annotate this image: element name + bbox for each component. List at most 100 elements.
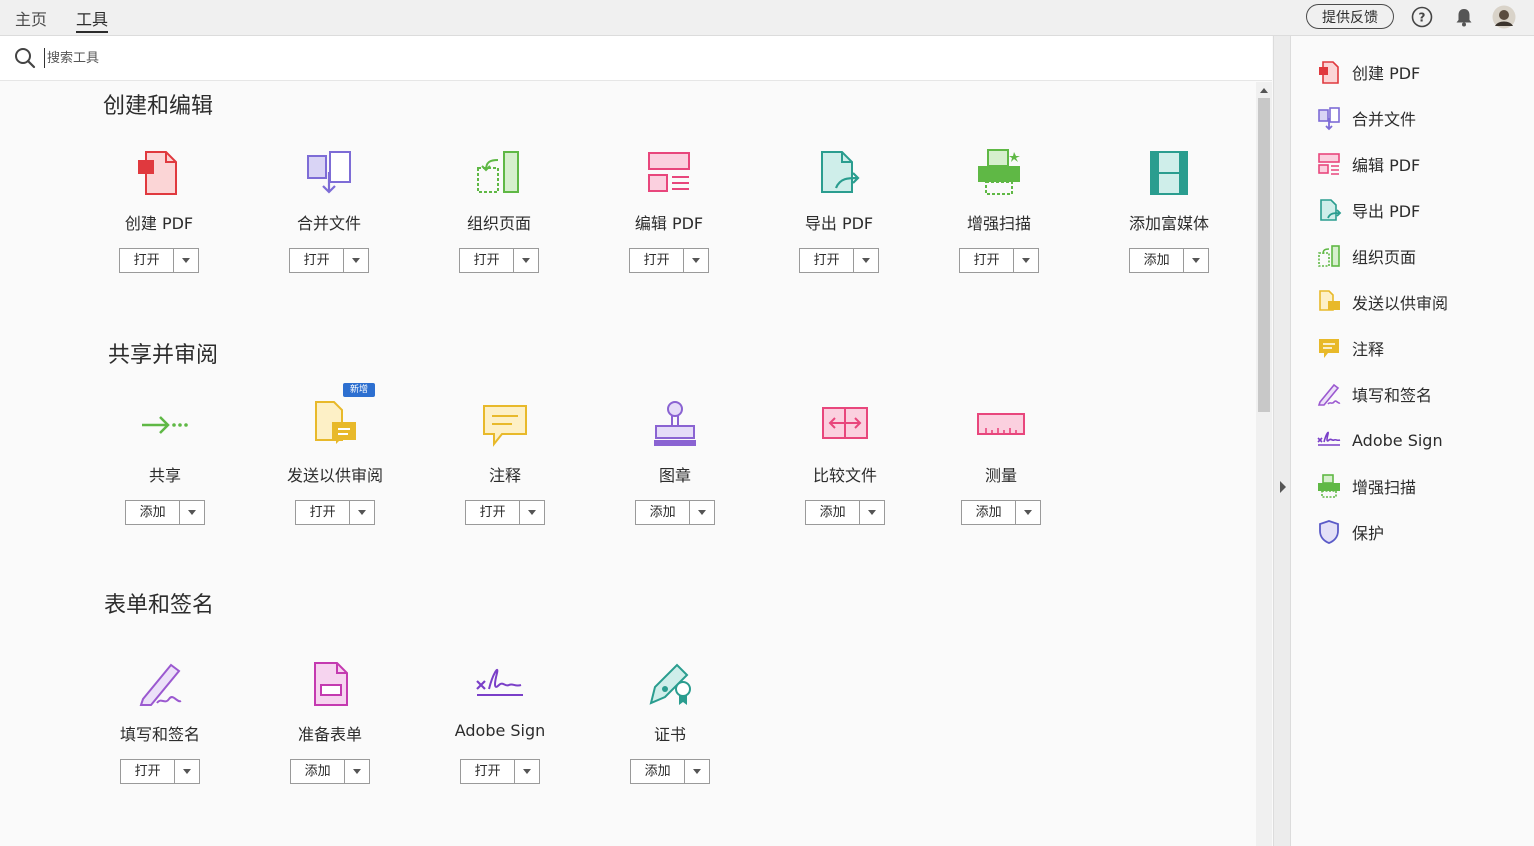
chevron-down-icon[interactable] (514, 249, 538, 272)
tool-edit-pdf: 编辑 PDF 打开 (584, 148, 754, 278)
chevron-down-icon[interactable] (1184, 249, 1208, 272)
rp-item-send-review[interactable]: 发送以供审阅 (1316, 288, 1526, 316)
rp-item-comment[interactable]: 注释 (1316, 334, 1526, 362)
organize-pages-icon[interactable] (474, 148, 524, 198)
scrollbar[interactable] (1256, 82, 1272, 846)
add-button[interactable]: 添加 (805, 500, 885, 525)
rp-item-create-pdf[interactable]: 创建 PDF (1316, 58, 1526, 86)
chevron-down-icon[interactable] (515, 760, 539, 783)
compare-icon[interactable] (820, 400, 870, 450)
feedback-button[interactable]: 提供反馈 (1306, 4, 1394, 29)
scroll-up-arrow-icon[interactable] (1256, 82, 1272, 98)
chevron-down-icon[interactable] (854, 249, 878, 272)
open-button[interactable]: 打开 (120, 759, 200, 784)
send-review-icon[interactable] (310, 400, 360, 450)
rp-item-enhance-scan[interactable]: 增强扫描 (1316, 472, 1526, 500)
chevron-right-icon[interactable] (1279, 481, 1287, 493)
button-label: 添加 (1130, 249, 1185, 272)
prepare-form-icon[interactable] (305, 659, 355, 709)
open-button[interactable]: 打开 (295, 500, 375, 525)
help-icon[interactable]: ? (1411, 6, 1433, 28)
chevron-down-icon[interactable] (174, 249, 198, 272)
add-button[interactable]: 添加 (290, 759, 370, 784)
rp-label: 保护 (1352, 524, 1385, 543)
button-label: 添加 (631, 760, 686, 783)
share-icon[interactable] (140, 400, 190, 450)
chevron-down-icon[interactable] (860, 501, 884, 524)
chevron-down-icon[interactable] (1016, 501, 1040, 524)
tool-name: 准备表单 (297, 725, 362, 744)
tool-name: 共享 (148, 466, 181, 485)
search-bar (0, 36, 1272, 81)
open-button[interactable]: 打开 (465, 500, 545, 525)
open-button[interactable]: 打开 (460, 759, 540, 784)
add-button[interactable]: 添加 (1129, 248, 1209, 273)
chevron-down-icon[interactable] (684, 249, 708, 272)
panel-collapse-strip[interactable] (1273, 36, 1291, 846)
section-title-share-review: 共享并审阅 (108, 343, 219, 368)
tool-combine-files: 合并文件 打开 (244, 148, 414, 278)
edit-pdf-icon[interactable] (644, 148, 694, 198)
chevron-down-icon[interactable] (345, 760, 369, 783)
button-label: 添加 (806, 501, 861, 524)
rp-label: 发送以供审阅 (1352, 294, 1449, 313)
film-icon[interactable] (1144, 148, 1194, 198)
bell-icon[interactable] (1453, 6, 1475, 28)
stamp-icon[interactable] (650, 400, 700, 450)
rp-item-combine-files[interactable]: 合并文件 (1316, 104, 1526, 132)
chevron-down-icon[interactable] (175, 760, 199, 783)
add-button[interactable]: 添加 (961, 500, 1041, 525)
combine-files-icon[interactable] (304, 148, 354, 198)
tab-home[interactable]: 主页 (15, 6, 47, 30)
open-button[interactable]: 打开 (799, 248, 879, 273)
add-button[interactable]: 添加 (125, 500, 205, 525)
rp-item-organize-pages[interactable]: 组织页面 (1316, 242, 1526, 270)
open-button[interactable]: 打开 (459, 248, 539, 273)
rp-label: Adobe Sign (1352, 430, 1443, 450)
tool-measure: 测量 添加 (916, 400, 1086, 530)
button-label: 添加 (636, 501, 691, 524)
ruler-icon[interactable] (976, 400, 1026, 450)
open-button[interactable]: 打开 (629, 248, 709, 273)
fill-sign-icon[interactable] (135, 659, 185, 709)
search-input[interactable] (44, 48, 644, 68)
rp-item-adobe-sign[interactable]: Adobe Sign (1316, 426, 1526, 454)
adobe-sign-icon (1317, 431, 1341, 446)
chevron-down-icon[interactable] (1014, 249, 1038, 272)
rp-item-protect[interactable]: 保护 (1316, 518, 1526, 546)
button-label: 添加 (962, 501, 1017, 524)
search-icon (15, 48, 36, 69)
chevron-down-icon[interactable] (180, 501, 204, 524)
chevron-down-icon[interactable] (344, 249, 368, 272)
tool-name: 增强扫描 (966, 214, 1031, 233)
open-button[interactable]: 打开 (289, 248, 369, 273)
create-pdf-icon (1319, 61, 1339, 84)
add-button[interactable]: 添加 (635, 500, 715, 525)
rp-item-fill-sign[interactable]: 填写和签名 (1316, 380, 1526, 408)
rp-item-edit-pdf[interactable]: 编辑 PDF (1316, 150, 1526, 178)
tab-tools[interactable]: 工具 (76, 6, 109, 33)
chevron-down-icon[interactable] (520, 501, 544, 524)
open-button[interactable]: 打开 (959, 248, 1039, 273)
certificate-icon[interactable] (645, 659, 695, 709)
chevron-down-icon[interactable] (685, 760, 709, 783)
rp-item-export-pdf[interactable]: 导出 PDF (1316, 196, 1526, 224)
add-button[interactable]: 添加 (630, 759, 710, 784)
avatar[interactable] (1492, 5, 1516, 29)
tool-name: 注释 (488, 466, 521, 485)
open-button[interactable]: 打开 (119, 248, 199, 273)
adobe-sign-icon[interactable] (475, 659, 525, 709)
comment-icon[interactable] (480, 400, 530, 450)
export-pdf-icon[interactable] (814, 148, 864, 198)
fill-sign-icon (1317, 383, 1341, 406)
chevron-down-icon[interactable] (690, 501, 714, 524)
create-pdf-icon[interactable] (134, 148, 184, 198)
scroll-thumb[interactable] (1258, 98, 1270, 412)
tool-adobe-sign: Adobe Sign 打开 (415, 659, 585, 789)
chevron-down-icon[interactable] (350, 501, 374, 524)
rp-label: 增强扫描 (1352, 478, 1417, 497)
button-label: 打开 (290, 249, 345, 272)
tool-name: 填写和签名 (119, 725, 200, 744)
scan-icon[interactable] (974, 148, 1024, 198)
tool-name: 组织页面 (466, 214, 531, 233)
